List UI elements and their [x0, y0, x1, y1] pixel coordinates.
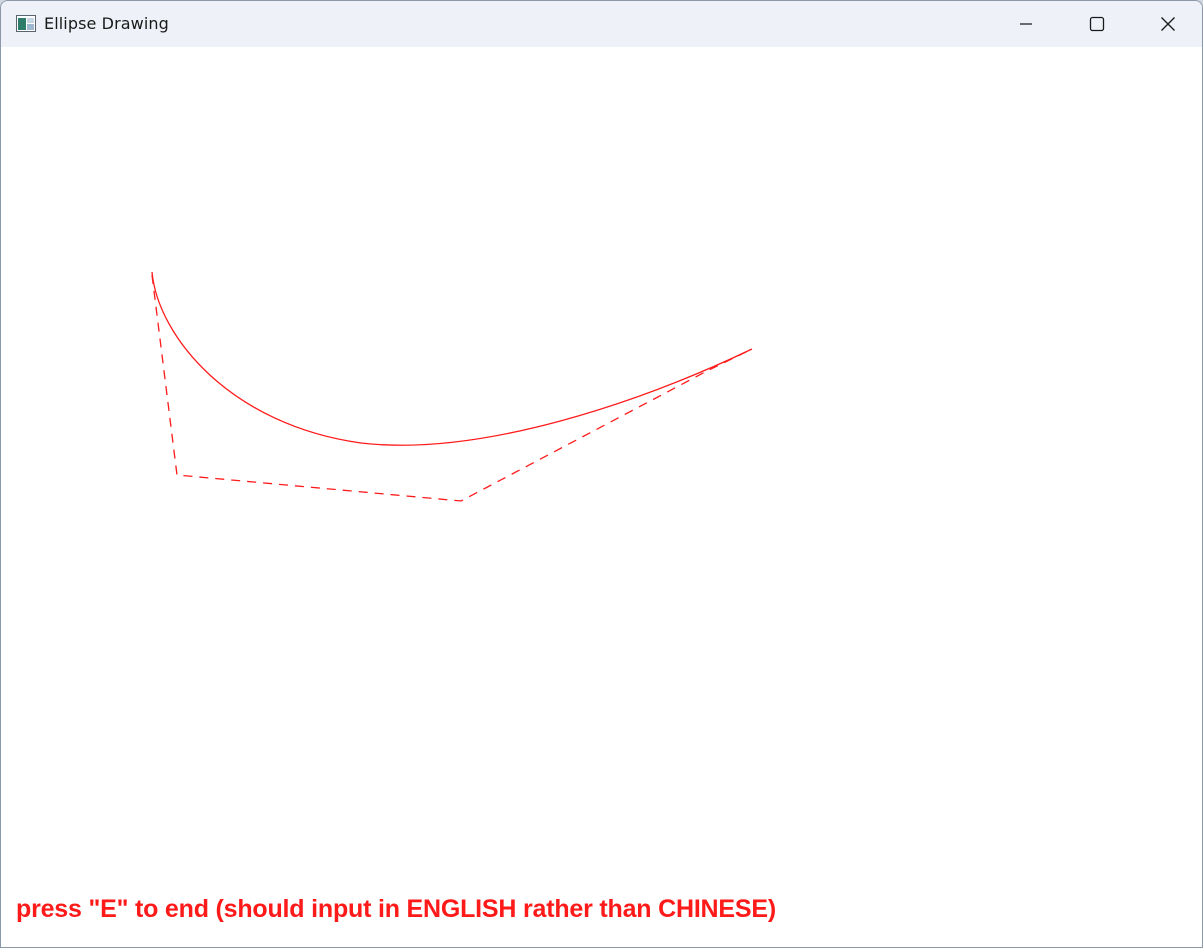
close-icon	[1160, 16, 1176, 32]
hint-text: press "E" to end (should input in ENGLIS…	[16, 895, 776, 923]
maximize-icon	[1089, 16, 1105, 32]
drawing-surface	[151, 271, 753, 502]
bezier-curve	[151, 271, 753, 446]
app-window-icon	[16, 15, 36, 32]
title-bar[interactable]: Ellipse Drawing	[1, 1, 1202, 47]
minimize-icon	[1019, 17, 1033, 31]
window-title: Ellipse Drawing	[44, 14, 169, 33]
maximize-button[interactable]	[1062, 1, 1132, 47]
drawing-canvas[interactable]: press "E" to end (should input in ENGLIS…	[1, 47, 1202, 947]
minimize-button[interactable]	[991, 1, 1061, 47]
close-button[interactable]	[1133, 1, 1202, 47]
app-window: Ellipse Drawing press "E" to end (should…	[0, 0, 1203, 948]
